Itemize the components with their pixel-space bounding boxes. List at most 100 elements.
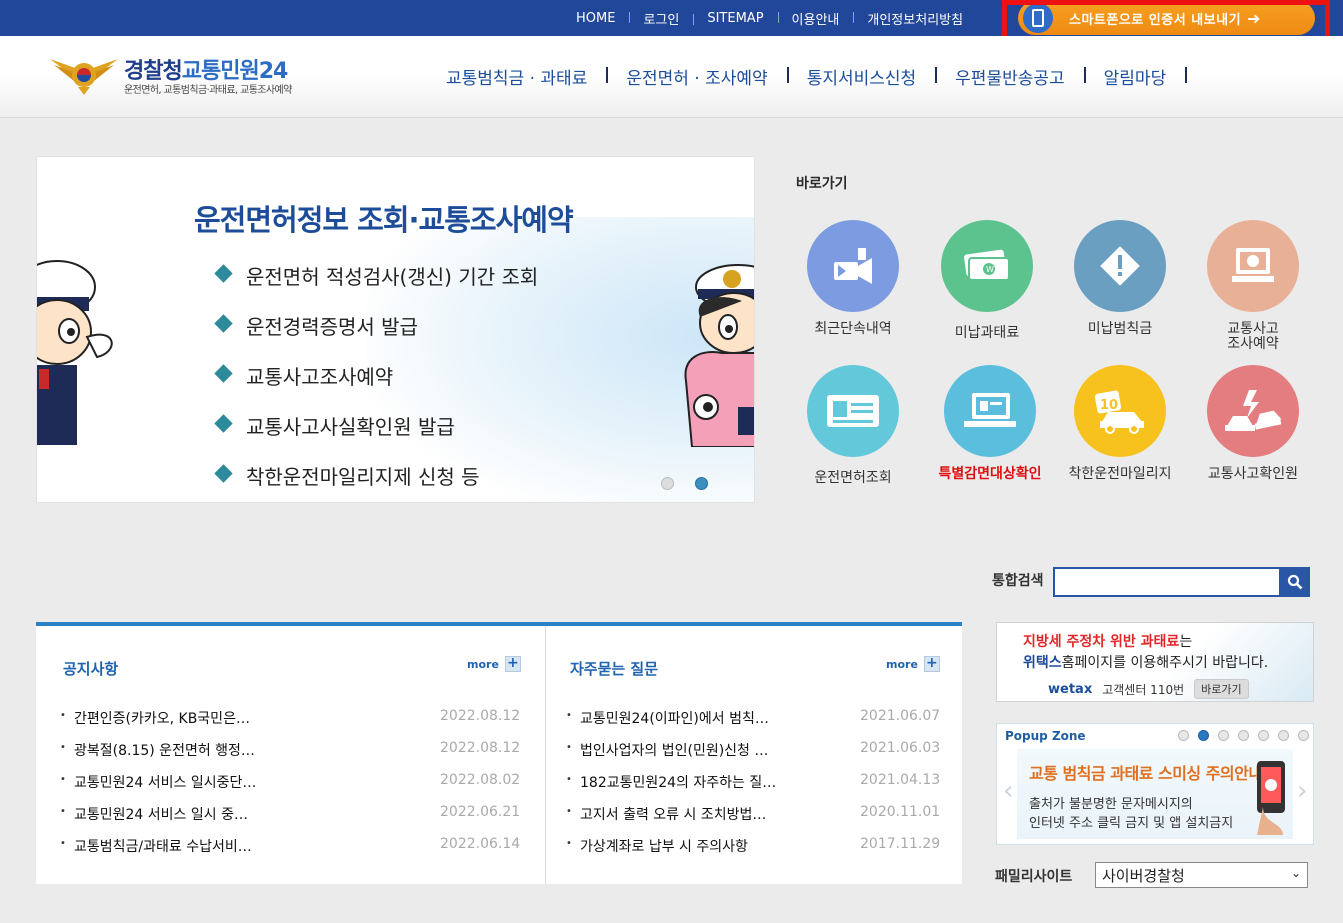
arrow-right-icon: ➜ [1247,8,1261,28]
main-banner[interactable]: 운전면허정보 조회·교통조사예약 운전면허 적성검사(갱신) 기간 조회 운전경… [36,156,755,503]
home-link[interactable]: HOME [562,11,629,26]
search-label: 통합검색 [992,573,1044,589]
popup-dot[interactable] [1198,730,1209,741]
police-emblem-icon [50,59,118,95]
list-item[interactable]: • 간편인증(카카오, KB국민은… 2022.08.12 [60,708,520,740]
chevron-down-icon: ⌄ [1290,866,1301,880]
search-button[interactable] [1279,567,1310,597]
banner-title: 운전면허정보 조회·교통조사예약 [194,203,574,237]
diamond-bullet-icon [214,314,233,333]
license-card-icon [807,365,899,457]
popup-prev-icon[interactable]: ‹ [1003,776,1013,806]
mileage-car-icon: 10 [1074,365,1166,457]
wetax-banner[interactable]: 지방세 주정차 위반 과태료는 위택스홈페이지를 이용해주시기 바랍니다. we… [996,622,1314,702]
family-site-value: 사이버경찰청 [1102,867,1185,885]
quick-special-reduction[interactable]: 특별감면대상확인 [925,365,1055,482]
phone-alert-icon [1257,761,1285,835]
popup-slide[interactable]: 교통 범칙금 과태료 스미싱 주의안내 출처가 불분명한 문자메시지의 인터넷 … [1017,749,1293,839]
quick-unpaid-penalty[interactable]: 미납범칙금 [1055,220,1185,337]
banner-item: 운전경력증명서 발급 [213,311,538,361]
popup-dot[interactable] [1258,730,1269,741]
quick-label: 교통사고확인원 [1207,466,1299,482]
list-item[interactable]: • 광복절(8.15) 운전면허 행정… 2022.08.12 [60,740,520,772]
quick-recent-enforcement[interactable]: 최근단속내역 [788,220,918,337]
warning-icon [1074,220,1166,312]
banner-dot-2[interactable] [695,477,708,490]
search-input[interactable] [1053,567,1281,597]
banner-item: 착한운전마일리지제 신청 등 [213,461,538,502]
quick-label: 미납범칙금 [1087,321,1153,337]
list-item[interactable]: • 교통범칙금/과태료 수납서비… 2022.06.14 [60,836,520,868]
notice-list: • 간편인증(카카오, KB국민은… 2022.08.12 • 광복절(8.15) 운… [60,708,520,868]
wetax-go-button[interactable]: 바로가기 [1194,679,1249,699]
list-item[interactable]: • 가상계좌로 납부 시 주의사항 2017.11.29 [566,836,940,868]
quick-label: 착한운전마일리지 [1068,466,1172,482]
nav-notices[interactable]: 알림마당 [1086,64,1188,89]
top-nav: HOME 로그인 SITEMAP 이용안내 개인정보처리방침 [562,0,977,36]
site-logo[interactable]: 경찰청교통민원24 운전면허, 교통범칙금·과태료, 교통조사예약 [48,51,338,101]
crash-icon [1207,365,1299,457]
quick-accident-certificate[interactable]: 교통사고확인원 [1188,365,1318,482]
nav-license[interactable]: 운전면허 · 조사예약 [608,64,790,89]
svg-text:10: 10 [1100,398,1118,413]
login-link[interactable]: 로그인 [629,9,693,28]
faq-title[interactable]: 자주묻는 질문 [570,658,658,679]
quick-accident-reservation[interactable]: 교통사고 조사예약 [1188,220,1318,352]
popup-next-icon[interactable]: › [1297,776,1307,806]
banner-dot-1[interactable] [661,477,674,490]
banner-item: 교통사고사실확인원 발급 [213,411,538,461]
svg-text:W: W [986,265,994,274]
notice-title[interactable]: 공지사항 [63,658,118,679]
privacy-link[interactable]: 개인정보처리방침 [853,9,977,28]
family-site-label: 패밀리사이트 [995,869,1073,885]
quick-label: 미납과태료 [954,325,1020,341]
smartphone-cert-export-button[interactable]: 스마트폰으로 인증서 내보내기 ➜ [1018,1,1315,35]
nav-notification[interactable]: 통지서비스신청 [789,64,938,89]
faq-board: 자주묻는 질문 more + • 교통민원24(이파인)에서 범칙… 2021.06.… [546,626,962,884]
quick-label: 특별감면대상확인 [938,466,1042,482]
popup-dot[interactable] [1218,730,1229,741]
notice-more-button[interactable]: more + [467,656,521,672]
popup-dot[interactable] [1238,730,1249,741]
wetax-line-2: 위택스홈페이지를 이용해주시기 바랍니다. [1023,655,1269,671]
nav-fines[interactable]: 교통범칙금 · 과태료 [428,64,609,89]
sitemap-link[interactable]: SITEMAP [693,11,777,26]
popup-dot[interactable] [1178,730,1189,741]
list-item[interactable]: • 교통민원24 서비스 일시 중… 2022.06.21 [60,804,520,836]
quick-license-lookup[interactable]: 운전면허조회 [788,365,918,486]
quick-label: 교통사고 조사예약 [1227,321,1279,352]
top-bar: HOME 로그인 SITEMAP 이용안내 개인정보처리방침 스마트폰으로 인증… [0,0,1343,36]
police-character-left-icon [37,260,113,445]
popup-zone-title: Popup Zone [1005,729,1086,743]
list-item[interactable]: • 고지서 출력 오류 시 조치방법… 2020.11.01 [566,804,940,836]
computer-icon [944,365,1036,457]
quick-links-title: 바로가기 [796,176,848,192]
popup-line-1: 출처가 불분명한 문자메시지의 [1029,797,1193,812]
banner-item: 운전면허 적성검사(갱신) 기간 조회 [213,261,538,311]
popup-dot[interactable] [1298,730,1309,741]
faq-more-button[interactable]: more + [886,656,940,672]
diamond-bullet-icon [214,464,233,483]
guide-link[interactable]: 이용안내 [777,9,854,28]
popup-pagination [1178,730,1309,741]
popup-dot[interactable] [1278,730,1289,741]
phone-icon [1023,3,1053,33]
plus-icon: + [504,656,521,672]
quick-unpaid-fines[interactable]: W 미납과태료 [922,220,1052,341]
list-item[interactable]: • 182교통민원24의 자주하는 질… 2021.04.13 [566,772,940,804]
list-item[interactable]: • 교통민원24(이파인)에서 범칙… 2021.06.07 [566,708,940,740]
notice-board: 공지사항 more + • 간편인증(카카오, KB국민은… 2022.08.12 •… [36,626,546,884]
popup-line-2: 인터넷 주소 클릭 금지 및 앱 설치금지 [1029,816,1234,831]
police-character-right-icon [684,264,754,447]
search-icon [1287,574,1302,590]
list-item[interactable]: • 법인사업자의 법인(민원)신청 … 2021.06.03 [566,740,940,772]
family-site-select[interactable]: 사이버경찰청 ⌄ [1095,862,1308,888]
wetax-logo: wetax [1048,681,1093,697]
smartphone-cert-export-label: 스마트폰으로 인증서 내보내기 [1069,12,1242,28]
quick-mileage[interactable]: 10 착한운전마일리지 [1055,365,1185,482]
camera-icon [807,220,899,312]
nav-returned-mail[interactable]: 우편물반송공고 [937,64,1087,89]
list-item[interactable]: • 교통민원24 서비스 일시중단… 2022.08.02 [60,772,520,804]
quick-label: 최근단속내역 [814,321,892,337]
logo-subtitle: 운전면허, 교통범칙금·과태료, 교통조사예약 [124,85,292,96]
